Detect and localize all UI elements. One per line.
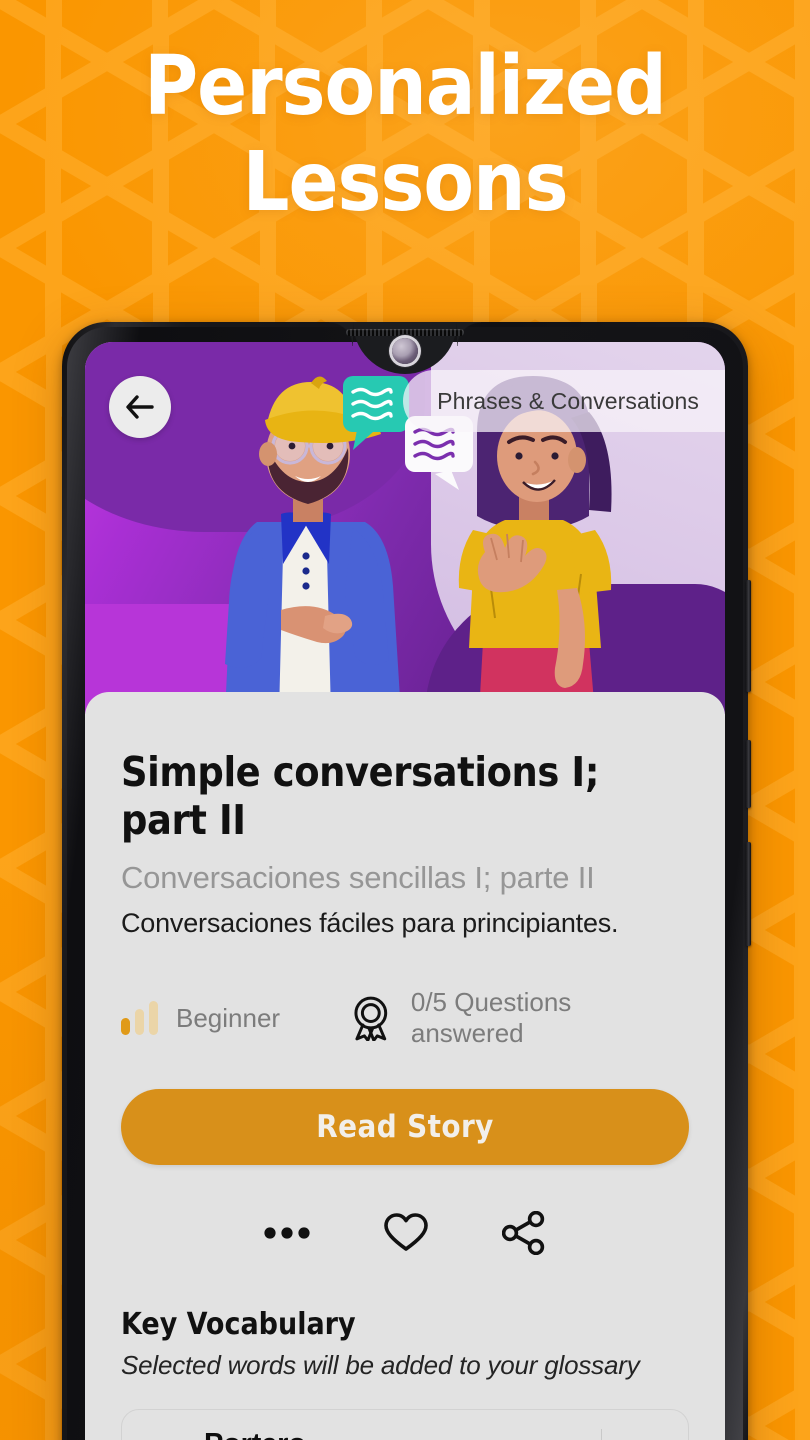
phone-power-button (746, 740, 751, 808)
key-vocabulary-heading: Key Vocabulary (121, 1307, 356, 1342)
award-ribbon-icon (354, 996, 388, 1041)
phone-screen: Phrases & Conversations Simple conversat… (85, 342, 725, 1440)
phone-volume-button (746, 580, 751, 692)
lesson-questions-label: 0/5 Questions answered (410, 987, 572, 1048)
lesson-level: Beginner (121, 1001, 349, 1035)
lesson-level-label: Beginner (176, 1002, 281, 1033)
key-vocabulary-subheading: Selected words will be added to your glo… (121, 1350, 640, 1380)
read-story-button[interactable]: Read Story (121, 1089, 689, 1165)
lesson-category-label: Phrases & Conversations (437, 387, 699, 414)
vocabulary-word: Portero (204, 1428, 535, 1440)
favorite-button[interactable] (384, 1213, 428, 1253)
arrow-left-icon (126, 395, 154, 419)
lesson-title: Simple conversations I; part II (121, 748, 600, 844)
vocabulary-item-text: Portero Doorman (204, 1428, 535, 1440)
signal-bars-icon (121, 1001, 158, 1035)
lesson-hero-illustration: Phrases & Conversations (85, 342, 725, 714)
more-options-button[interactable] (264, 1226, 310, 1240)
headline-line-2: Lessons (242, 135, 568, 230)
vocabulary-list-item[interactable]: Portero Doorman (121, 1409, 689, 1440)
share-icon (502, 1211, 545, 1255)
headline-line-1: Personalized (144, 39, 667, 134)
more-options-icon (264, 1227, 310, 1239)
back-button[interactable] (109, 376, 171, 438)
phone-mockup: Phrases & Conversations Simple conversat… (62, 322, 751, 1440)
vocabulary-divider (601, 1429, 602, 1440)
lesson-subtitle: Conversaciones sencillas I; parte II (121, 860, 595, 895)
lesson-questions: 0/5 Questions answered (349, 987, 689, 1049)
phone-extra-button (746, 842, 751, 946)
phone-earpiece-grille (346, 329, 464, 336)
phone-body: Phrases & Conversations Simple conversat… (62, 322, 748, 1440)
promo-headline: Personalized Lessons (0, 46, 810, 224)
lesson-detail-card: Simple conversations I; part II Conversa… (85, 692, 725, 1440)
lesson-meta-row: Beginner 0/5 Questions answered (121, 987, 689, 1049)
share-button[interactable] (502, 1211, 546, 1255)
lesson-category-pill[interactable]: Phrases & Conversations (403, 370, 725, 432)
lesson-description: Conversaciones fáciles para principiante… (121, 908, 619, 938)
lesson-action-row (121, 1211, 689, 1255)
front-camera (392, 338, 418, 364)
heart-icon (384, 1213, 428, 1251)
